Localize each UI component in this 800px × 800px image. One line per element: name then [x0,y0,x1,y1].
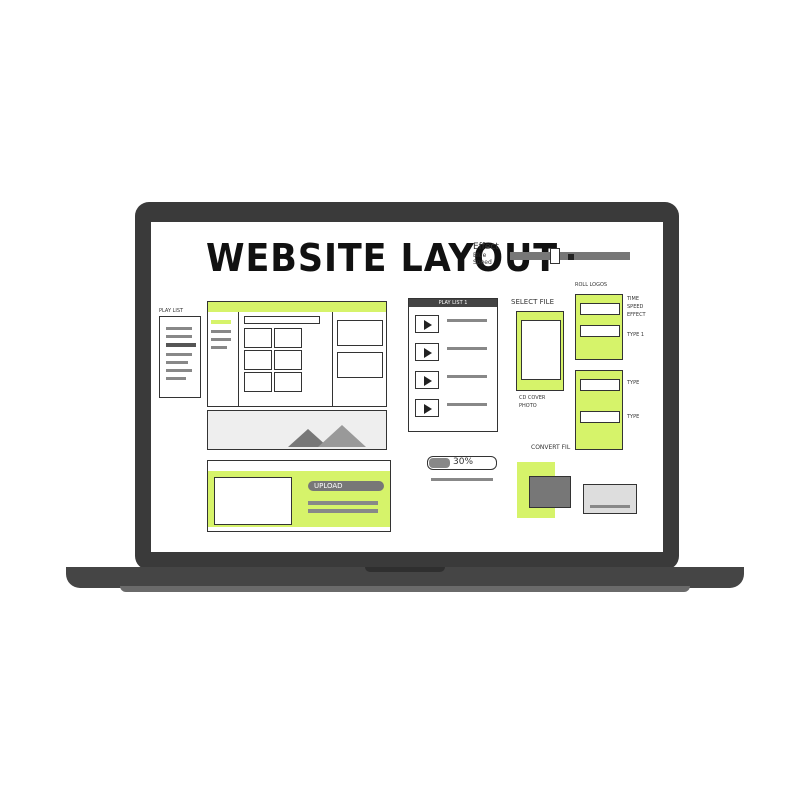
sketch-title: WEBSITE LAYOUT [206,236,559,280]
panel-note: ROLL LOGOS [575,282,608,288]
convert-output [583,484,637,514]
effect-note: Effect Blue Speed [473,242,499,266]
sidebar-sketch [159,316,201,398]
browser-wireframe [207,301,387,407]
laptop-screen: WEBSITE LAYOUT Effect Blue Speed PLAY LI… [151,222,663,552]
panel-note: TYPE [627,380,640,386]
effect-item: Blue [473,252,487,259]
playlist-panel: PLAY LIST 1 [408,298,498,432]
laptop-notch [365,567,445,572]
file-picker-sketch [516,311,564,391]
effect-heading: Effect [473,242,499,252]
convert-doc [529,476,571,508]
file-option: CD COVER [519,395,546,401]
settings-panel [575,294,623,360]
upload-wireframe: UPLOAD [207,460,391,532]
convert-label: CONVERT FIL [531,444,571,451]
slider-sketch [510,248,630,264]
type-panel [575,370,623,450]
playlist-panel-title: PLAY LIST 1 [409,299,497,307]
banner-wireframe [207,410,387,450]
playlist-label: PLAY LIST [159,308,184,314]
panel-note: EFFECT [627,312,646,318]
effect-item: Speed [473,259,492,266]
panel-note: TYPE 1 [627,332,645,338]
panel-note: TYPE [627,414,640,420]
upload-button: UPLOAD [308,481,384,491]
progress-fill [429,458,450,468]
panel-note: SPEED [627,304,644,310]
panel-note: TIME [627,296,640,302]
select-file-label: SELECT FILE [511,298,554,306]
file-option: PHOTO [519,403,537,409]
progress-label: 30% [453,457,474,467]
progress-sketch: 30% [427,450,497,490]
laptop-shadow [120,586,690,592]
